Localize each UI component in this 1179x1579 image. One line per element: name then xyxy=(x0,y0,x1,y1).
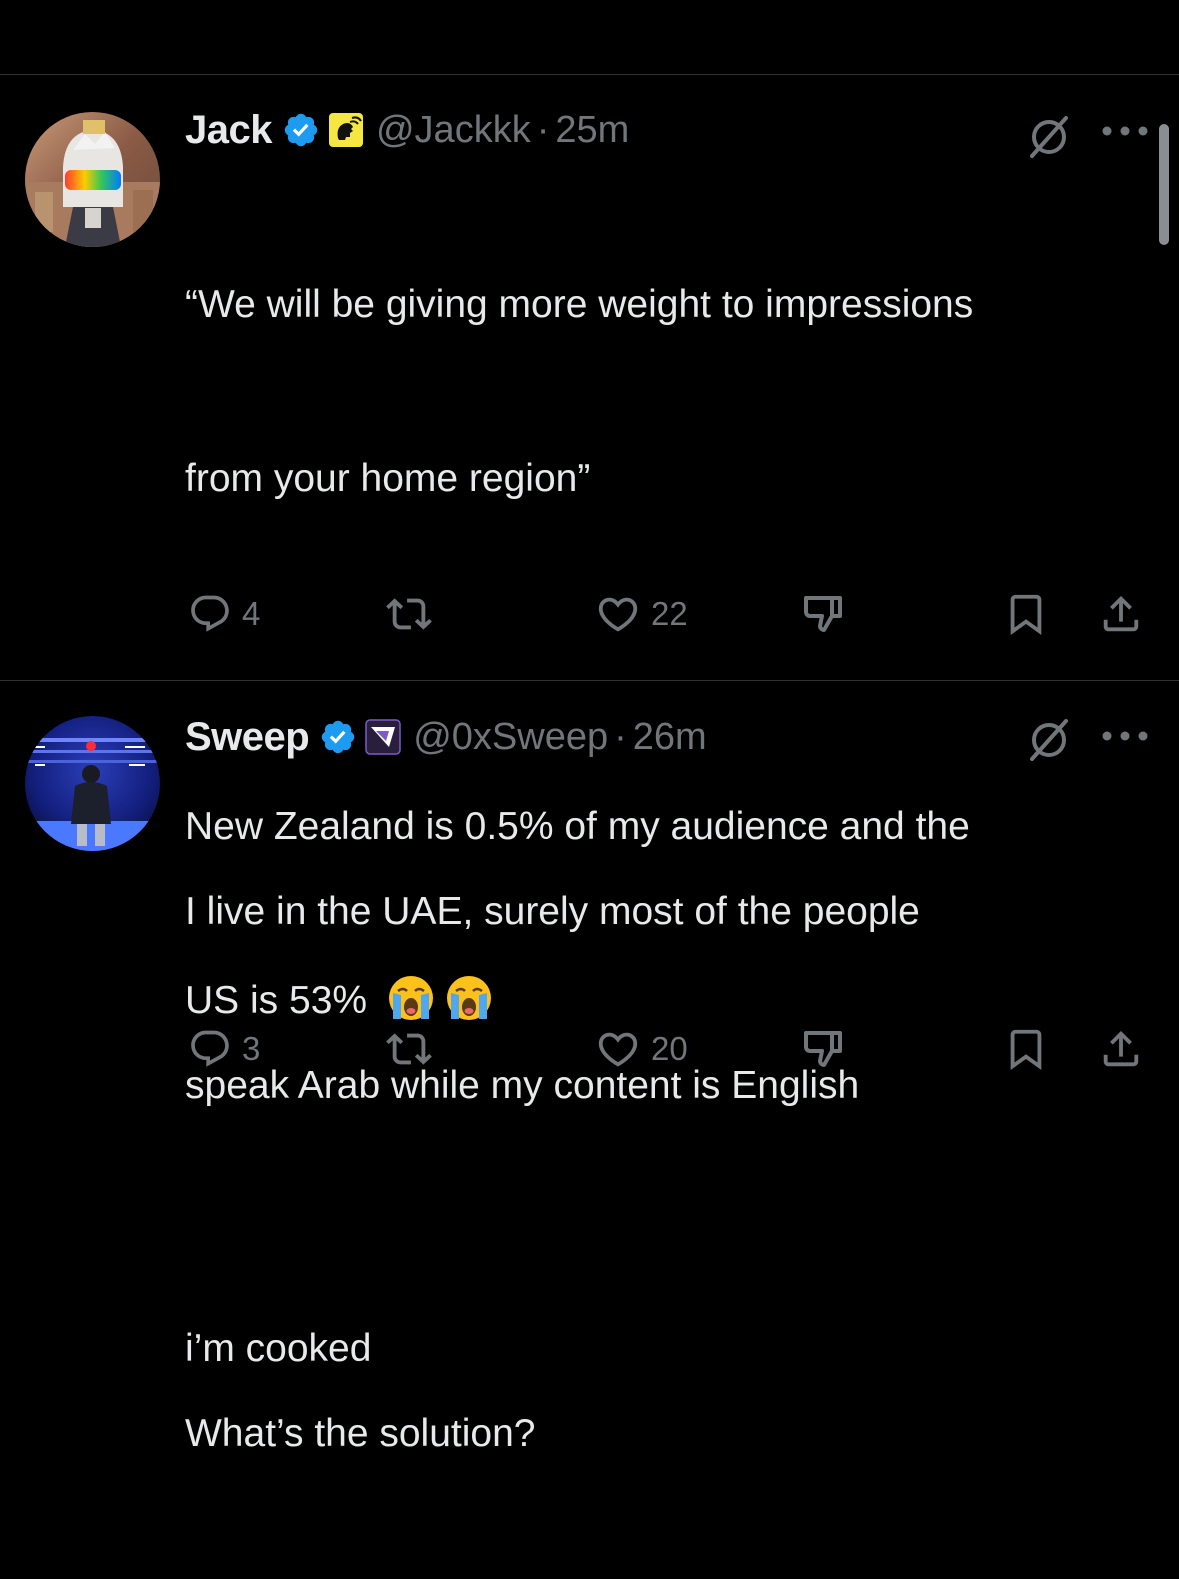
text-line xyxy=(185,1231,1145,1289)
display-name[interactable]: Jack xyxy=(185,108,272,153)
verified-badge-icon xyxy=(284,113,318,147)
tweet-text: I live in the UAE, surely most of the pe… xyxy=(185,767,1145,1579)
grok-icon[interactable] xyxy=(1022,108,1076,162)
text-line: “We will be giving more weight to impres… xyxy=(185,283,974,326)
reply-button[interactable]: 3 xyxy=(188,1024,260,1074)
tweet-jack[interactable]: Jack @Jackkk · 25m “We will be giving mo… xyxy=(0,104,1179,1370)
verified-badge-icon xyxy=(321,720,355,754)
text-line: from your home region” xyxy=(185,457,591,500)
bookmark-button[interactable] xyxy=(1003,589,1049,639)
dislike-icon xyxy=(804,1031,842,1067)
heart-icon xyxy=(598,597,638,632)
affiliate-badge-icon xyxy=(365,719,401,755)
bookmark-icon xyxy=(1010,594,1042,635)
tweet-divider xyxy=(0,680,1179,681)
share-icon xyxy=(1103,1030,1139,1067)
more-icon[interactable] xyxy=(1100,729,1150,743)
avatar-jack[interactable] xyxy=(25,112,160,247)
dislike-button[interactable] xyxy=(800,589,848,639)
tweet-header: Sweep @0xSweep · 26m xyxy=(185,711,707,763)
repost-button[interactable] xyxy=(386,1024,432,1074)
like-button[interactable]: 22 xyxy=(595,589,688,639)
repost-icon xyxy=(386,598,432,630)
repost-button[interactable] xyxy=(386,589,432,639)
tweet-actions: 3 20 xyxy=(0,1024,1179,1074)
timestamp[interactable]: 25m xyxy=(555,109,629,152)
dislike-button[interactable] xyxy=(800,1024,848,1074)
timestamp[interactable]: 26m xyxy=(633,716,707,759)
heart-icon xyxy=(598,1032,638,1067)
top-divider xyxy=(0,74,1179,75)
like-count: 22 xyxy=(651,595,688,632)
dislike-icon xyxy=(804,596,842,632)
more-icon[interactable] xyxy=(1100,124,1150,138)
text-line: What’s the solution? xyxy=(185,1412,536,1455)
reply-button[interactable]: 4 xyxy=(188,589,260,639)
handle[interactable]: @Jackkk xyxy=(376,109,531,152)
share-icon xyxy=(1103,595,1139,632)
reply-icon xyxy=(191,1030,229,1067)
like-button[interactable]: 20 xyxy=(595,1024,688,1074)
avatar-sweep[interactable] xyxy=(25,716,160,851)
tweet-sweep[interactable]: Sweep @0xSweep · 26m I live in the UAE, … xyxy=(0,711,1179,1455)
share-button[interactable] xyxy=(1098,589,1144,639)
tweet-actions: 4 22 xyxy=(0,589,1179,639)
bookmark-button[interactable] xyxy=(1003,1024,1049,1074)
tweet-header: Jack @Jackkk · 25m xyxy=(185,104,629,156)
grok-icon[interactable] xyxy=(1022,711,1076,765)
reply-icon xyxy=(191,595,229,632)
reply-count: 3 xyxy=(242,1030,261,1067)
bookmark-icon xyxy=(1010,1029,1042,1070)
handle[interactable]: @0xSweep xyxy=(413,716,608,759)
reply-count: 4 xyxy=(242,595,261,632)
like-count: 20 xyxy=(651,1030,688,1067)
affiliate-badge-icon xyxy=(328,113,363,147)
share-button[interactable] xyxy=(1098,1024,1144,1074)
text-line: I live in the UAE, surely most of the pe… xyxy=(185,890,920,933)
separator: · xyxy=(536,108,550,151)
display-name[interactable]: Sweep xyxy=(185,715,310,760)
separator: · xyxy=(614,715,627,758)
repost-icon xyxy=(386,1033,432,1065)
